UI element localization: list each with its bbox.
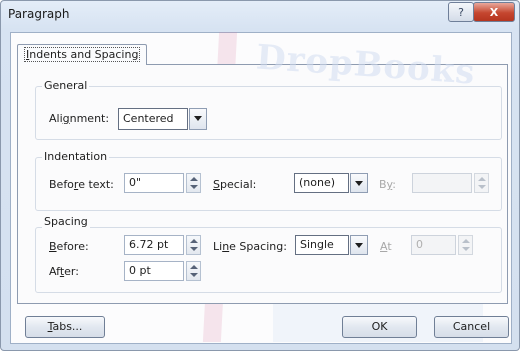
line-spacing-label: Line Spacing:	[213, 240, 287, 253]
close-button[interactable]: X	[473, 2, 515, 22]
cancel-button[interactable]: Cancel	[434, 316, 509, 338]
line-spacing-select[interactable]: Single	[295, 235, 349, 255]
alignment-dropdown-button[interactable]	[189, 108, 207, 130]
after-input[interactable]: 0 pt	[124, 261, 184, 281]
help-icon: ?	[458, 5, 464, 19]
by-input[interactable]	[412, 173, 472, 193]
special-label: Special:	[213, 178, 257, 191]
before-text-label: Before text:	[49, 178, 114, 191]
chevron-down-icon	[355, 243, 363, 248]
at-spinner[interactable]	[458, 235, 473, 255]
alignment-label: Alignment:	[49, 112, 110, 125]
tab-panel: General Alignment: Centered Indentation …	[17, 64, 508, 304]
after-label: After:	[49, 265, 79, 278]
spacing-heading: Spacing	[42, 215, 90, 228]
spin-down-icon	[190, 247, 198, 251]
indentation-heading: Indentation	[42, 150, 110, 163]
paragraph-dialog: Paragraph ? X Indents and Spacing Genera…	[0, 0, 520, 351]
chevron-down-icon	[355, 181, 363, 186]
before-input[interactable]: 6.72 pt	[124, 235, 184, 255]
spin-up-icon	[462, 239, 470, 243]
tab-label: Indents and Spacing	[24, 47, 141, 62]
line-spacing-dropdown-button[interactable]	[350, 235, 368, 255]
spin-down-icon	[478, 185, 486, 189]
after-spinner[interactable]	[186, 261, 201, 281]
before-label: Before:	[49, 240, 89, 253]
before-text-spinner[interactable]	[186, 173, 201, 193]
special-dropdown-button[interactable]	[350, 173, 368, 193]
ok-button[interactable]: OK	[342, 316, 417, 338]
spin-down-icon	[462, 247, 470, 251]
tabs-button[interactable]: Tabs...	[25, 316, 105, 338]
alignment-select[interactable]: Centered	[118, 108, 188, 130]
spin-up-icon	[190, 177, 198, 181]
spin-up-icon	[190, 265, 198, 269]
at-label: At	[380, 240, 392, 253]
spin-down-icon	[190, 185, 198, 189]
chevron-down-icon	[194, 116, 202, 121]
title-bar[interactable]: Paragraph ? X	[1, 1, 519, 31]
dialog-title: Paragraph	[8, 7, 70, 21]
special-select[interactable]: (none)	[294, 173, 349, 193]
at-input[interactable]: 0	[411, 235, 456, 255]
close-icon: X	[489, 5, 499, 19]
help-button[interactable]: ?	[448, 2, 474, 22]
general-heading: General	[42, 79, 90, 92]
by-label: By:	[379, 178, 396, 191]
spin-up-icon	[190, 239, 198, 243]
before-text-input[interactable]: 0"	[124, 173, 184, 193]
before-spinner[interactable]	[186, 235, 201, 255]
spin-up-icon	[478, 177, 486, 181]
tab-indents-and-spacing[interactable]: Indents and Spacing	[17, 44, 148, 65]
spin-down-icon	[190, 273, 198, 277]
by-spinner[interactable]	[474, 173, 489, 193]
